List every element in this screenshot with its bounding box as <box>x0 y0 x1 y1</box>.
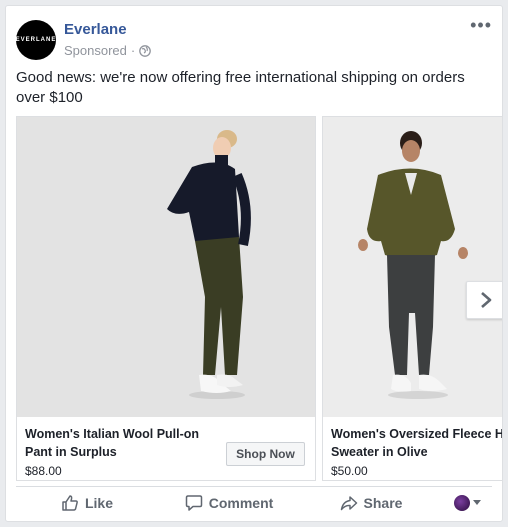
like-button[interactable]: Like <box>16 487 158 519</box>
avatar[interactable]: EVERLANE <box>16 20 56 60</box>
product-card[interactable]: Women's Italian Wool Pull-on Pant in Sur… <box>16 116 316 481</box>
share-icon <box>340 495 357 510</box>
product-title[interactable]: Women's Oversized Fleece H Zip Sweater i… <box>331 425 502 461</box>
page-name-link[interactable]: Everlane <box>64 21 127 38</box>
product-image[interactable] <box>323 117 502 417</box>
shop-now-button[interactable]: Shop Now <box>226 442 305 466</box>
more-options-icon[interactable]: ••• <box>470 16 492 34</box>
post-actions: Like Comment Share <box>16 486 492 518</box>
ad-post: EVERLANE Everlane Sponsored · ••• Good n… <box>5 5 503 522</box>
product-carousel: Women's Italian Wool Pull-on Pant in Sur… <box>16 116 502 481</box>
model-illustration <box>167 130 251 399</box>
sponsored-row: Sponsored · <box>64 43 152 58</box>
sponsored-label[interactable]: Sponsored <box>64 43 127 58</box>
post-as-selector[interactable] <box>442 494 492 511</box>
product-price: $50.00 <box>331 464 368 478</box>
comment-button[interactable]: Comment <box>158 487 300 519</box>
like-label: Like <box>84 494 113 511</box>
avatar <box>453 494 470 511</box>
carousel-next-button[interactable] <box>466 281 502 319</box>
product-title[interactable]: Women's Italian Wool Pull-on Pant in Sur… <box>25 425 220 461</box>
model-illustration <box>358 131 468 399</box>
share-button[interactable]: Share <box>300 487 442 519</box>
like-icon <box>62 494 78 511</box>
post-header: EVERLANE Everlane Sponsored · ••• <box>16 16 492 62</box>
product-info: Women's Oversized Fleece H Zip Sweater i… <box>323 417 502 480</box>
caret-down-icon <box>472 500 481 505</box>
product-image[interactable] <box>17 117 315 417</box>
comment-icon <box>185 494 202 511</box>
globe-icon[interactable] <box>139 44 152 57</box>
chevron-right-icon <box>481 292 492 308</box>
post-text: Good news: we're now offering free inter… <box>16 69 465 106</box>
share-label: Share <box>363 494 403 511</box>
separator: · <box>130 43 136 58</box>
product-info: Women's Italian Wool Pull-on Pant in Sur… <box>17 417 315 480</box>
comment-label: Comment <box>208 494 274 511</box>
